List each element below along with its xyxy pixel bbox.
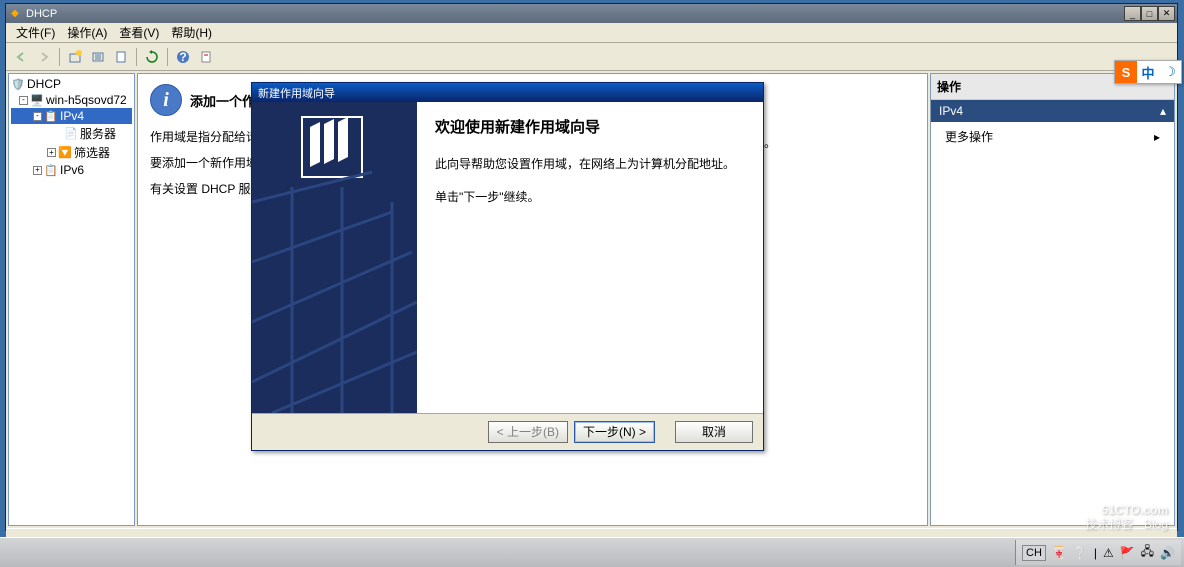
maximize-button[interactable]: □ (1141, 6, 1158, 21)
tree-panel[interactable]: 🛡️DHCP -🖥️win-h5qsovd72 -📋IPv4 📄服务器 +🔽筛选… (8, 73, 135, 526)
tray-ime-icon[interactable]: 🀄 (1052, 546, 1067, 560)
svg-text:?: ? (179, 50, 186, 64)
actions-panel: 操作 IPv4▴ 更多操作▸ (930, 73, 1175, 526)
window-title: DHCP (26, 8, 1124, 20)
language-indicator[interactable]: CH (1022, 545, 1046, 561)
add-button[interactable] (64, 46, 86, 68)
tree-filters[interactable]: +🔽筛选器 (11, 143, 132, 162)
ime-s-icon: S (1115, 61, 1137, 83)
collapse-icon[interactable]: - (33, 112, 42, 121)
server-icon: 🖥️ (30, 93, 44, 107)
menu-action[interactable]: 操作(A) (61, 22, 113, 43)
wizard-welcome: 欢迎使用新建作用域向导 (435, 116, 745, 137)
refresh-button[interactable] (141, 46, 163, 68)
tree-ipv6[interactable]: +📋IPv6 (11, 162, 132, 178)
minimize-button[interactable]: _ (1124, 6, 1141, 21)
taskbar[interactable]: CH 🀄 ❔ | ⚠ 🚩 🖧 🔊 (0, 537, 1184, 567)
info-icon: i (150, 84, 182, 116)
actions-more[interactable]: 更多操作▸ (931, 122, 1174, 151)
window-buttons: _ □ ✕ (1124, 6, 1175, 21)
tray-warning-icon[interactable]: ⚠ (1103, 546, 1114, 560)
menu-view[interactable]: 查看(V) (113, 22, 165, 43)
tray-sep: | (1094, 546, 1097, 560)
tray-network-icon[interactable]: 🖧 (1141, 542, 1154, 563)
tray-flag-icon[interactable]: 🚩 (1120, 546, 1135, 560)
properties-button[interactable] (195, 46, 217, 68)
list-button[interactable] (87, 46, 109, 68)
wizard-titlebar[interactable]: 新建作用域向导 (252, 83, 763, 102)
menu-file[interactable]: 文件(F) (10, 22, 61, 43)
ime-badge[interactable]: S 中 ☽ (1114, 60, 1182, 84)
folder-icon: 📄 (64, 127, 78, 141)
wizard-continue: 单击"下一步"继续。 (435, 188, 745, 207)
doc-button[interactable] (110, 46, 132, 68)
cancel-button[interactable]: 取消 (675, 421, 753, 443)
wizard-body: 欢迎使用新建作用域向导 此向导帮助您设置作用域，在网络上为计算机分配地址。 单击… (252, 102, 763, 413)
tray-sound-icon[interactable]: 🔊 (1160, 546, 1175, 560)
menu-help[interactable]: 帮助(H) (165, 22, 218, 43)
ime-zh-icon: 中 (1137, 61, 1159, 83)
toolbar: ? (6, 43, 1177, 71)
help-button[interactable]: ? (172, 46, 194, 68)
ipv4-icon: 📋 (44, 109, 58, 123)
wizard-dialog: 新建作用域向导 欢迎使用新建作用域向导 此向导帮助您设置作用域，在网络上为计算机… (251, 82, 764, 451)
back-button (10, 46, 32, 68)
tree-ipv4[interactable]: -📋IPv4 (11, 108, 132, 124)
toolbar-separator (167, 48, 168, 66)
ime-moon-icon: ☽ (1159, 61, 1181, 83)
wizard-buttons: < 上一步(B) 下一步(N) > 取消 (252, 413, 763, 449)
dhcp-icon: 🛡️ (11, 77, 25, 91)
watermark: 51CTO.com 技术博客 Blog (1085, 504, 1168, 531)
wizard-sidebar (252, 102, 417, 413)
wizard-main: 欢迎使用新建作用域向导 此向导帮助您设置作用域，在网络上为计算机分配地址。 单击… (417, 102, 763, 413)
expand-icon[interactable]: + (47, 148, 56, 157)
ipv6-icon: 📋 (44, 163, 58, 177)
back-button: < 上一步(B) (488, 421, 568, 443)
expand-icon[interactable]: + (33, 166, 42, 175)
toolbar-separator (136, 48, 137, 66)
toolbar-separator (59, 48, 60, 66)
system-tray[interactable]: CH 🀄 ❔ | ⚠ 🚩 🖧 🔊 (1015, 540, 1181, 565)
forward-button (33, 46, 55, 68)
next-button[interactable]: 下一步(N) > (574, 421, 655, 443)
titlebar[interactable]: ◆ DHCP _ □ ✕ (6, 4, 1177, 23)
app-icon: ◆ (8, 7, 22, 21)
chevron-up-icon: ▴ (1160, 104, 1166, 118)
tree-server-opts[interactable]: 📄服务器 (11, 124, 132, 143)
filter-icon: 🔽 (58, 146, 72, 160)
actions-section[interactable]: IPv4▴ (931, 100, 1174, 122)
tray-help-icon[interactable]: ❔ (1073, 546, 1088, 560)
menubar: 文件(F) 操作(A) 查看(V) 帮助(H) (6, 23, 1177, 43)
wizard-title: 新建作用域向导 (254, 85, 761, 101)
close-button[interactable]: ✕ (1158, 6, 1175, 21)
chevron-right-icon: ▸ (1154, 130, 1160, 144)
wizard-desc: 此向导帮助您设置作用域，在网络上为计算机分配地址。 (435, 155, 745, 174)
tree-server[interactable]: -🖥️win-h5qsovd72 (11, 92, 132, 108)
collapse-icon[interactable]: - (19, 96, 28, 105)
tree-root[interactable]: 🛡️DHCP (11, 76, 132, 92)
